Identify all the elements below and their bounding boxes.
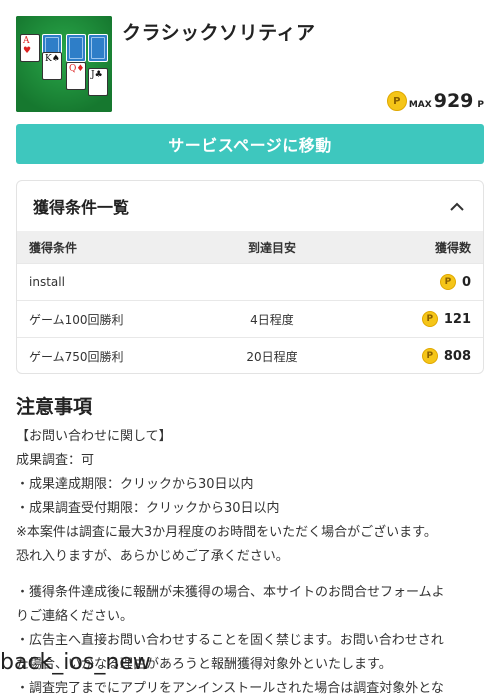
note-line: 成果調査：可 bbox=[16, 453, 95, 468]
row-condition: install bbox=[29, 275, 65, 289]
coin-icon: P bbox=[386, 91, 407, 111]
row-points: P0 bbox=[347, 274, 483, 290]
header-estimate: 到達目安 bbox=[247, 240, 296, 255]
note-line: ・調査完了までにアプリをアンインストールされた場合は調査対象外とな bbox=[16, 681, 444, 696]
table-header: 獲得条件 到達目安 獲得数 bbox=[17, 231, 483, 263]
card-icon: J♣ bbox=[88, 68, 108, 96]
conditions-title: 獲得条件一覧 bbox=[33, 198, 130, 217]
header-points-label: 獲得数 bbox=[434, 240, 471, 255]
row-condition: ゲーム100回勝利 bbox=[29, 312, 124, 327]
coin-icon: P bbox=[439, 274, 456, 290]
row-points-value: 121 bbox=[443, 311, 471, 327]
card-back-icon bbox=[66, 34, 86, 62]
service-page-button[interactable]: サービスページに移動 bbox=[16, 124, 484, 164]
header-condition: 獲得条件 bbox=[29, 240, 78, 255]
card-icon: Q♦ bbox=[66, 62, 86, 90]
conditions-panel: 獲得条件一覧 獲得条件 到達目安 獲得数 install P0 ゲーム100回勝… bbox=[16, 180, 484, 374]
note-line: ※本案件は調査に最大3か月程度のお時間をいただく場合がございます。 bbox=[16, 525, 437, 540]
row-points: P 808 bbox=[347, 348, 483, 364]
table-row: install P0 bbox=[17, 263, 483, 300]
card-back-icon bbox=[88, 34, 108, 62]
header-points: 獲得数 bbox=[347, 239, 483, 256]
card-icon: A ♥ bbox=[20, 34, 40, 62]
note-line: ・成果達成期限：クリックから30日以内 bbox=[16, 477, 254, 492]
row-points-value: 0 bbox=[461, 274, 471, 290]
back-button[interactable]: back_ios_new bbox=[0, 650, 151, 675]
card-icon: K♠ bbox=[42, 52, 62, 80]
coin-icon: P bbox=[421, 348, 438, 364]
row-condition: ゲーム750回勝利 bbox=[29, 349, 124, 364]
conditions-header[interactable]: 獲得条件一覧 bbox=[17, 181, 483, 231]
row-estimate: 20日程度 bbox=[246, 349, 298, 364]
max-value: 929 bbox=[433, 90, 474, 112]
note-line: りご連絡ください。 bbox=[16, 609, 134, 624]
row-points: P 121 bbox=[347, 311, 483, 327]
table-row: ゲーム750回勝利 20日程度 P 808 bbox=[17, 337, 483, 373]
app-title: クラシックソリティア bbox=[122, 22, 316, 44]
reward-max: P MAX 929 P bbox=[386, 90, 484, 112]
note-line: ・獲得条件達成後に報酬が未獲得の場合、本サイトのお問合せフォームよ bbox=[16, 585, 445, 600]
note-line: 恐れ入りますが、あらかじめご了承ください。 bbox=[16, 549, 289, 564]
note-line: 【お問い合わせに関して】 bbox=[16, 429, 172, 444]
notes-title: 注意事項 bbox=[16, 396, 93, 418]
table-row: ゲーム100回勝利 4日程度 P 121 bbox=[17, 300, 483, 337]
chevron-up-icon[interactable] bbox=[447, 196, 467, 216]
row-estimate: 4日程度 bbox=[250, 312, 294, 327]
reward-unit: P bbox=[477, 100, 484, 110]
app-header: A ♥ K♠ Q♦ J♣ クラシックソリティア P MAX 929 P bbox=[16, 16, 484, 112]
row-points-value: 808 bbox=[443, 348, 471, 364]
note-line: ・成果調査受付期限：クリックから30日以内 bbox=[16, 501, 280, 516]
app-icon: A ♥ K♠ Q♦ J♣ bbox=[16, 16, 112, 112]
max-label: MAX bbox=[408, 100, 432, 110]
coin-icon: P bbox=[421, 311, 438, 327]
